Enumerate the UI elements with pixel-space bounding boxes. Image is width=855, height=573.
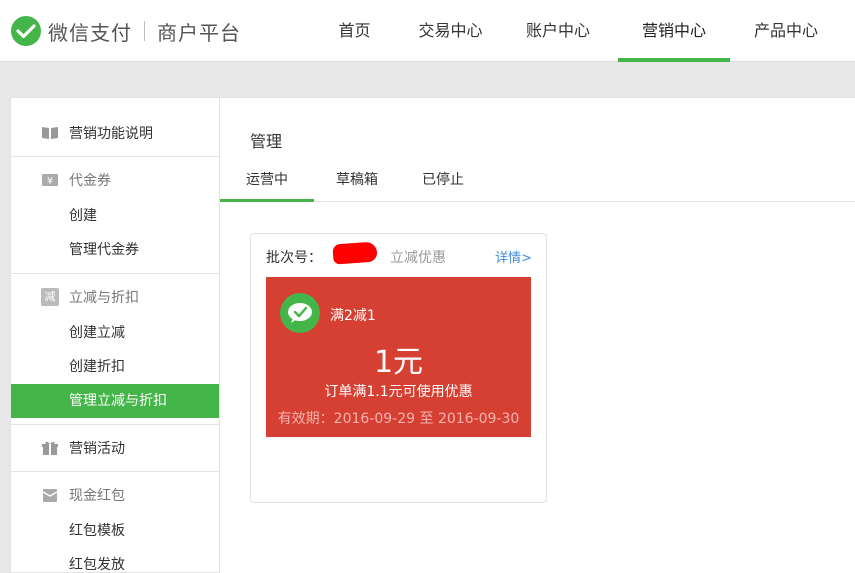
sidebar-section-discount: 减 立减与折扣 (11, 278, 219, 316)
reduce-icon: 减 (41, 288, 59, 306)
nav-home[interactable]: 首页 (306, 0, 403, 62)
coupon-validity: 有效期：2016-09-29 至 2016-09-30 (277, 411, 520, 427)
redacted-batch-number (332, 241, 378, 265)
coupon-preview[interactable]: 满2减1 1元 订单满1.1元可使用优惠 有效期：2016-09-29 至 20… (266, 277, 531, 437)
main-panel: 管理 运营中 草稿箱 已停止 批次号： 立减优惠 详情> 满2减1 1元 订单满… (220, 97, 855, 573)
sidebar-group-intro: 营销功能说明 (11, 98, 219, 157)
nav-trade-center[interactable]: 交易中心 (403, 0, 498, 62)
sidebar-item-redpack-template[interactable]: 红包模板 (11, 514, 219, 548)
sidebar-group-coupon: ¥ 代金券 创建 管理代金券 (11, 157, 219, 274)
tab-drafts[interactable]: 草稿箱 (326, 164, 388, 202)
sidebar-group-activity: 营销活动 (11, 425, 219, 472)
sidebar-section-label: 立减与折扣 (69, 290, 139, 306)
sidebar-item-create-discount[interactable]: 创建折扣 (11, 350, 219, 384)
brand-divider (144, 21, 145, 41)
coupon-name: 满2减1 (330, 308, 376, 324)
batch-number-label: 批次号： (266, 250, 322, 266)
chat-bubble-icon (288, 303, 312, 323)
brand-subtitle: 商户平台 (157, 20, 241, 45)
sidebar-item-intro[interactable]: 营销功能说明 (11, 98, 219, 156)
book-icon (42, 127, 58, 139)
brand[interactable]: 微信支付 商户平台 (10, 14, 241, 48)
sidebar-item-activity[interactable]: 营销活动 (11, 425, 219, 471)
redpacket-icon (42, 489, 58, 502)
brand-name: 微信支付 (48, 20, 132, 45)
top-bar: 微信支付 商户平台 首页 交易中心 账户中心 营销中心 产品中心 (0, 0, 855, 62)
sidebar-section-label: 代金券 (69, 173, 111, 189)
tab-running[interactable]: 运营中 (220, 164, 314, 202)
status-tabs: 运营中 草稿箱 已停止 (220, 164, 855, 202)
sidebar-item-manage-coupon[interactable]: 管理代金券 (11, 233, 219, 267)
sidebar-item-manage-discount[interactable]: 管理立减与折扣 (11, 384, 219, 418)
main-nav: 首页 交易中心 账户中心 营销中心 产品中心 (306, 0, 842, 62)
svg-text:¥: ¥ (47, 176, 53, 187)
nav-marketing-center[interactable]: 营销中心 (618, 0, 730, 62)
sidebar-section-coupon: ¥ 代金券 (11, 161, 219, 199)
sidebar-group-redpack: 现金红包 红包模板 红包发放 (11, 472, 219, 572)
details-link[interactable]: 详情> (495, 247, 532, 266)
tab-stopped[interactable]: 已停止 (412, 164, 474, 202)
sidebar-section-redpack: 现金红包 (11, 476, 219, 514)
sidebar-group-discount: 减 立减与折扣 创建立减 创建折扣 管理立减与折扣 (11, 274, 219, 425)
sidebar-item-create-coupon[interactable]: 创建 (11, 199, 219, 233)
sidebar-item-create-reduce[interactable]: 创建立减 (11, 316, 219, 350)
yen-icon: ¥ (42, 174, 58, 187)
nav-account-center[interactable]: 账户中心 (498, 0, 618, 62)
gift-icon (42, 441, 58, 455)
sidebar-item-label: 营销活动 (69, 441, 125, 457)
sidebar-item-label: 营销功能说明 (69, 126, 153, 142)
wechat-pay-logo-icon (11, 16, 41, 46)
wechat-pay-icon (280, 293, 320, 333)
page-title: 管理 (250, 132, 283, 151)
promotion-type: 立减优惠 (390, 250, 446, 266)
sidebar-item-redpack-send[interactable]: 红包发放 (11, 548, 219, 572)
card-header: 批次号： 立减优惠 详情> (251, 234, 548, 278)
sidebar-section-label: 现金红包 (69, 488, 125, 504)
coupon-condition: 订单满1.1元可使用优惠 (324, 384, 473, 400)
promotion-card: 批次号： 立减优惠 详情> 满2减1 1元 订单满1.1元可使用优惠 有效期：2… (250, 233, 547, 503)
nav-product-center[interactable]: 产品中心 (730, 0, 842, 62)
coupon-amount: 1元 (373, 345, 424, 380)
sidebar: 营销功能说明 ¥ 代金券 创建 管理代金券 减 立减与折扣 创建立减 创建折扣 … (10, 97, 220, 573)
